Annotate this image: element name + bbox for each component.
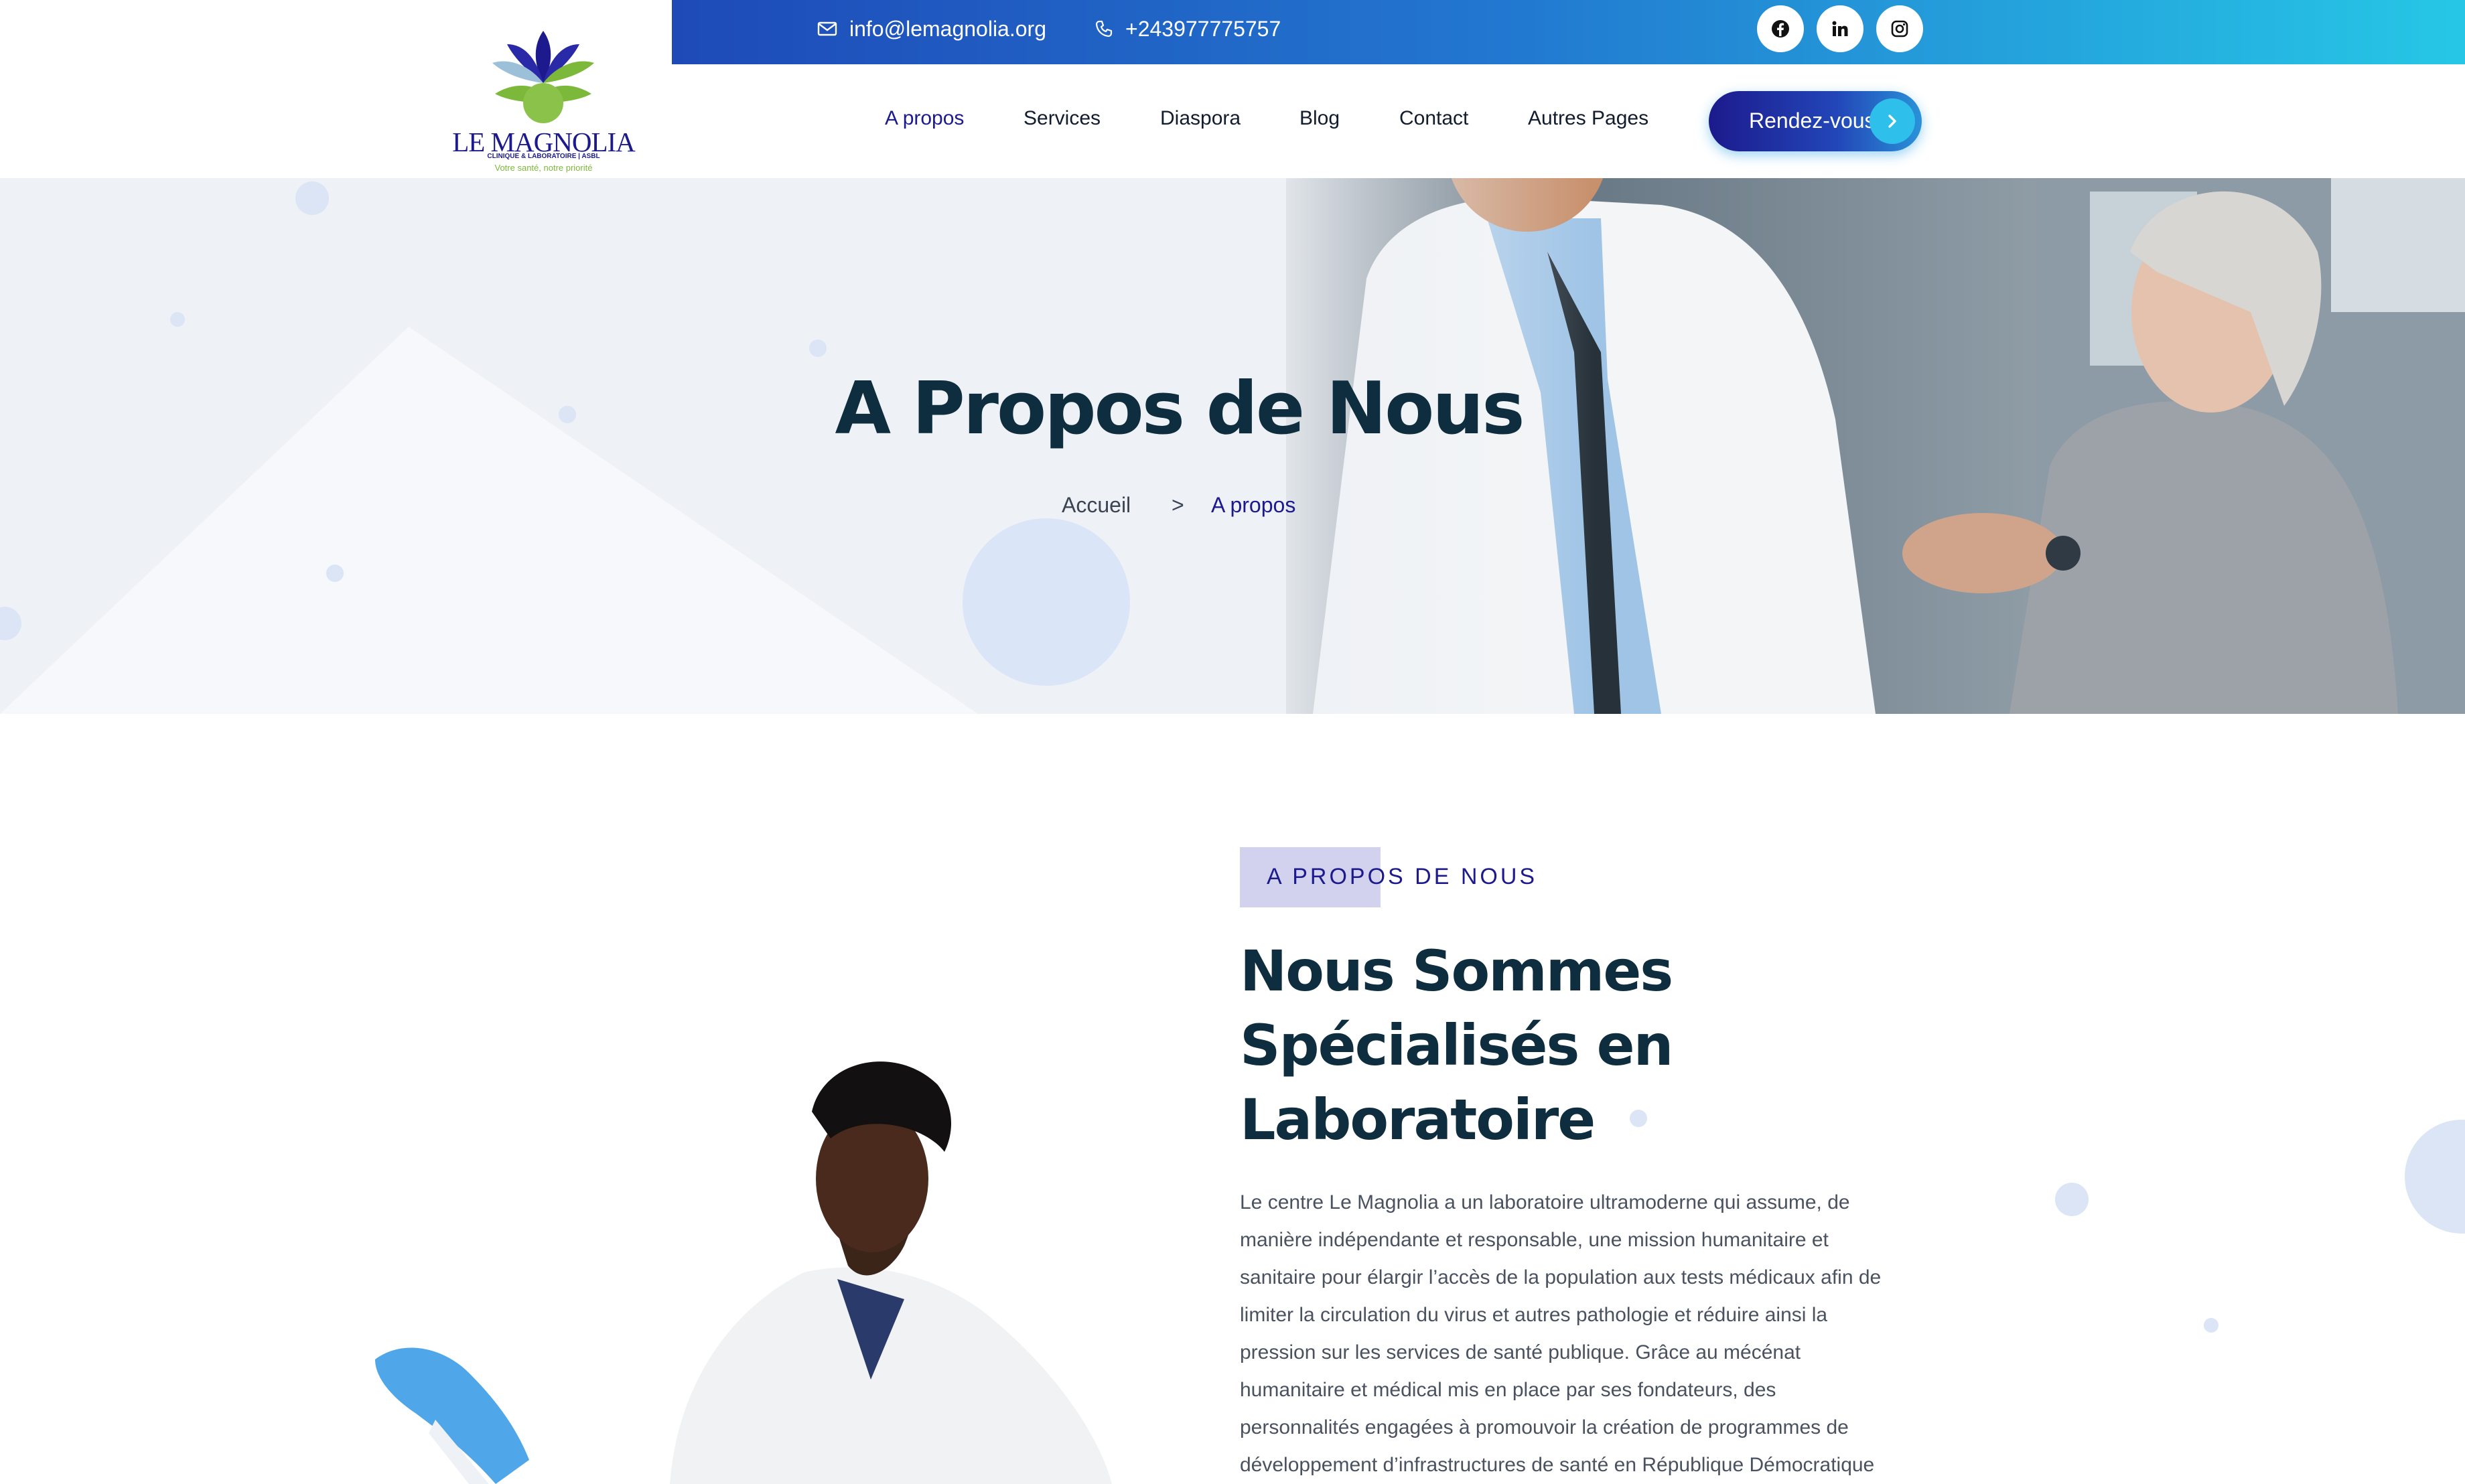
section-title-line: Laboratoire <box>1240 1087 1596 1153</box>
paragraph-line: développement d’infrastructures de santé… <box>1240 1454 1875 1476</box>
instagram-icon <box>1891 20 1908 38</box>
nav-item-blog[interactable]: Blog <box>1299 107 1340 130</box>
decor-dot <box>2055 1183 2089 1216</box>
nav-item-autres-pages[interactable]: Autres Pages <box>1528 107 1648 130</box>
facebook-button[interactable] <box>1757 5 1804 52</box>
paragraph-line: personnalités engagées à promouvoir la c… <box>1240 1416 1849 1438</box>
paragraph-line: humanitaire et médical mis en place par … <box>1240 1379 1776 1401</box>
paragraph-line: manière indépendante et responsable, une… <box>1240 1229 1829 1251</box>
section-title: Nous Sommes Spécialisés en Laboratoire <box>1240 934 1843 1157</box>
decor-dot <box>2204 1318 2218 1333</box>
instagram-button[interactable] <box>1876 5 1923 52</box>
rendez-vous-label: Rendez-vous <box>1749 108 1876 133</box>
facebook-icon <box>1772 20 1789 38</box>
linkedin-icon <box>1832 21 1848 36</box>
lab-technician-photo <box>375 1061 1112 1484</box>
breadcrumb-current: A propos <box>1211 493 1296 517</box>
paragraph-line: pression sur les services de santé publi… <box>1240 1341 1801 1363</box>
section-title-line: Nous Sommes <box>1240 938 1673 1004</box>
paragraph-line: Le centre Le Magnolia a un laboratoire u… <box>1240 1191 1850 1213</box>
rendez-vous-button[interactable]: Rendez-vous <box>1709 91 1922 151</box>
chevron-right-icon <box>1870 98 1915 144</box>
linkedin-button[interactable] <box>1817 5 1863 52</box>
paragraph-line: limiter la circulation du virus et autre… <box>1240 1304 1828 1326</box>
nav-item-contact[interactable]: Contact <box>1399 107 1468 130</box>
section-tag: A PROPOS DE NOUS <box>1267 864 1538 889</box>
paragraph-line: sanitaire pour élargir l’accès de la pop… <box>1240 1266 1882 1288</box>
section-title-line: Spécialisés en <box>1240 1013 1673 1078</box>
decor-circle <box>2405 1120 2465 1234</box>
about-paragraph: Le centre Le Magnolia a un laboratoire u… <box>1240 1184 1936 1484</box>
